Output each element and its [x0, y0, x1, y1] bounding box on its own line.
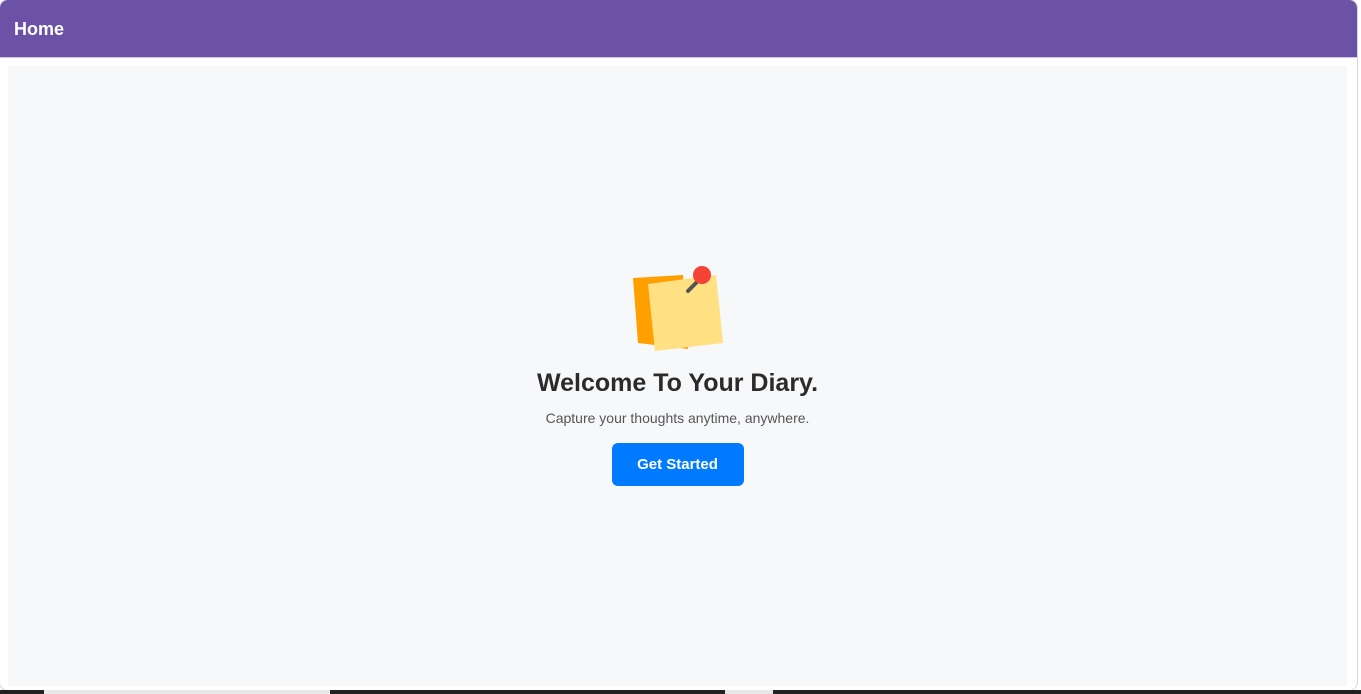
get-started-button[interactable]: Get Started: [611, 443, 744, 486]
page-title: Home: [14, 19, 65, 39]
content-panel: Welcome To Your Diary. Capture your thou…: [8, 66, 1347, 686]
taskbar-segment: [0, 690, 44, 694]
welcome-section: Welcome To Your Diary. Capture your thou…: [8, 263, 1347, 486]
welcome-title: Welcome To Your Diary.: [536, 369, 819, 397]
pin-head: [692, 266, 711, 284]
sticky-note-pin-icon: [632, 266, 723, 351]
taskbar-strip: [0, 690, 1361, 694]
welcome-subtitle: Capture your thoughts anytime, anywhere.: [545, 410, 810, 426]
app-window: Home Welcome To Your Diary. Capture your…: [0, 0, 1357, 690]
taskbar-segment: [330, 690, 725, 694]
front-note-shape: [647, 275, 723, 351]
taskbar-segment: [773, 690, 1361, 694]
header-bar: Home: [0, 0, 1357, 58]
